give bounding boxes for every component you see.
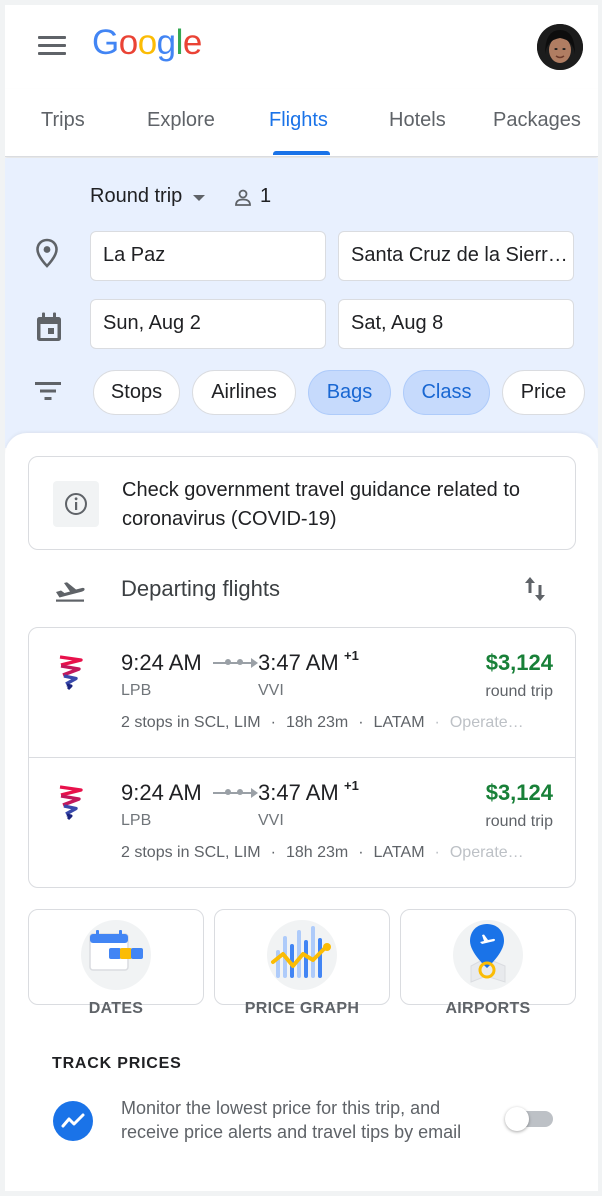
filter-chip-price[interactable]: Price xyxy=(502,370,585,415)
departure-time: 9:24 AM xyxy=(121,780,202,805)
operated-by: Operate… xyxy=(449,714,524,731)
price-graph-tool-label: PRICE GRAPH xyxy=(244,1000,360,1017)
tab-packages[interactable]: Packages xyxy=(493,109,581,132)
price-type: round trip xyxy=(485,683,553,700)
toggle-knob xyxy=(505,1107,529,1131)
flight-results-list: 9:24 AM 3:47 AM +1 LPB VVI $3,124 round … xyxy=(28,627,576,888)
filter-icon[interactable] xyxy=(34,380,62,407)
airline-name: LATAM xyxy=(373,714,425,731)
flight-price: $3,124 xyxy=(485,780,553,805)
filter-chip-class[interactable]: Class xyxy=(403,370,490,415)
active-tab-indicator xyxy=(273,151,330,155)
destination-field[interactable]: Santa Cruz de la Sierr… xyxy=(338,231,574,281)
flight-duration: 18h 23m xyxy=(285,714,349,731)
passenger-count[interactable]: 1 xyxy=(260,185,271,208)
app-frame: Google Trips Explore Flights Hotels Pack… xyxy=(5,5,598,1191)
calendar-dates-icon xyxy=(81,920,151,990)
origin-field[interactable]: La Paz xyxy=(90,231,326,281)
filter-chip-stops[interactable]: Stops xyxy=(93,370,180,415)
filter-chip-airlines[interactable]: Airlines xyxy=(192,370,296,415)
flight-result-row[interactable]: 9:24 AM 3:47 AM +1 LPB VVI $3,124 round … xyxy=(29,628,575,758)
arrival-airport-code: VVI xyxy=(258,812,284,829)
arrowhead xyxy=(251,788,258,798)
dates-tool-card[interactable]: DATES xyxy=(28,909,204,1017)
filter-chip-bags[interactable]: Bags xyxy=(308,370,391,415)
track-prices-title: TRACK PRICES xyxy=(52,1055,182,1072)
calendar-icon xyxy=(34,311,64,348)
airports-tool-label: AIRPORTS xyxy=(445,1000,531,1017)
track-prices-description: Monitor the lowest price for this trip, … xyxy=(121,1098,462,1142)
stops-info: 2 stops in SCL, LIM xyxy=(121,714,261,731)
day-offset: +1 xyxy=(344,778,359,793)
latam-logo-icon xyxy=(57,651,85,696)
tab-hotels[interactable]: Hotels xyxy=(389,109,446,132)
track-prices-toggle[interactable] xyxy=(505,1107,555,1131)
tab-trips[interactable]: Trips xyxy=(41,109,85,132)
google-logo[interactable]: Google xyxy=(92,23,202,63)
tab-explore[interactable]: Explore xyxy=(147,109,215,132)
departure-airport-code: LPB xyxy=(121,682,152,699)
top-bar: Google xyxy=(5,5,598,89)
flight-duration: 18h 23m xyxy=(285,844,349,861)
flight-result-row[interactable]: 9:24 AM 3:47 AM +1 LPB VVI $3,124 round … xyxy=(29,757,575,887)
day-offset: +1 xyxy=(344,648,359,663)
covid-notice-text: Check government travel guidance related… xyxy=(122,479,521,530)
price-graph-tool-card[interactable]: PRICE GRAPH xyxy=(214,909,390,1017)
airports-tool-card[interactable]: AIRPORTS xyxy=(400,909,576,1017)
dates-tool-label: DATES xyxy=(88,1000,144,1017)
return-date-field[interactable]: Sat, Aug 8 xyxy=(338,299,574,349)
flight-takeoff-icon xyxy=(54,577,86,608)
stops-info: 2 stops in SCL, LIM xyxy=(121,844,261,861)
flight-details: 2 stops in SCL, LIM · 18h 23m · LATAM · Operat… xyxy=(121,844,524,861)
user-avatar[interactable] xyxy=(537,24,583,70)
arrival-time: 3:47 AM xyxy=(258,780,339,805)
tab-flights[interactable]: Flights xyxy=(269,109,328,132)
airport-map-pin-icon xyxy=(453,920,523,990)
nav-tabs: Trips Explore Flights Hotels Packages xyxy=(5,89,598,157)
person-icon[interactable] xyxy=(233,188,253,213)
flight-price: $3,124 xyxy=(485,650,553,675)
hamburger-menu-icon[interactable] xyxy=(38,36,66,56)
location-pin-icon xyxy=(34,238,60,273)
arrival-airport-code: VVI xyxy=(258,682,284,699)
info-icon xyxy=(53,481,99,527)
chevron-down-icon xyxy=(193,195,205,201)
arrowhead xyxy=(251,658,258,668)
arrival-time: 3:47 AM xyxy=(258,650,339,675)
airline-name: LATAM xyxy=(373,844,425,861)
departure-time: 9:24 AM xyxy=(121,650,202,675)
latam-logo-icon xyxy=(57,781,85,826)
search-panel: Round trip 1 La Paz Santa Cruz de la Sie… xyxy=(5,158,598,448)
arrow-right-icon xyxy=(213,659,255,665)
flight-details: 2 stops in SCL, LIM · 18h 23m · LATAM · Operat… xyxy=(121,714,524,731)
departure-airport-code: LPB xyxy=(121,812,152,829)
depart-date-field[interactable]: Sun, Aug 2 xyxy=(90,299,326,349)
price-type: round trip xyxy=(485,813,553,830)
swap-vert-icon[interactable] xyxy=(523,574,547,609)
operated-by: Operate… xyxy=(449,844,524,861)
trip-type-select[interactable]: Round trip xyxy=(90,185,182,208)
covid-notice-card[interactable]: Check government travel guidance related… xyxy=(28,456,576,550)
arrow-right-icon xyxy=(213,789,255,795)
price-graph-icon xyxy=(267,920,337,990)
departing-flights-title: Departing flights xyxy=(121,576,280,601)
trending-icon xyxy=(53,1101,93,1141)
